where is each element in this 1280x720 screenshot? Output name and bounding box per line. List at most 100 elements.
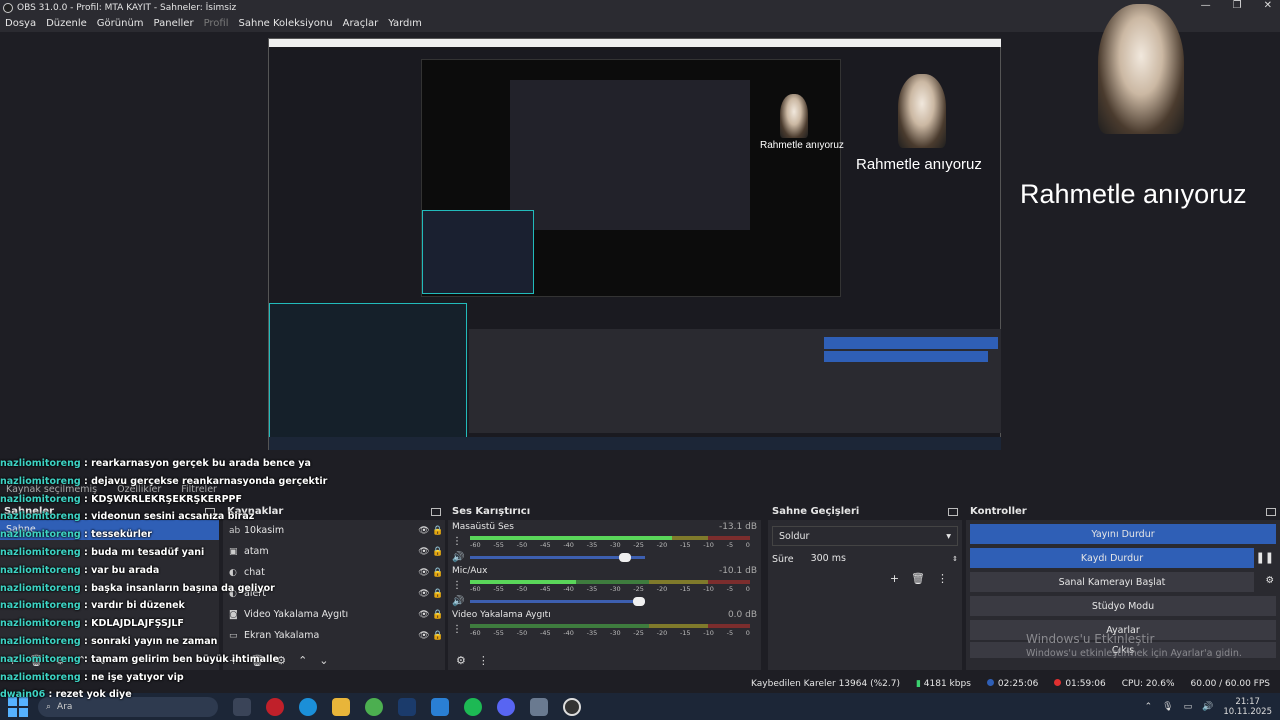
chrome-icon[interactable]: [365, 697, 383, 716]
meter-tick-label: -50: [516, 541, 528, 549]
volume-slider[interactable]: [470, 596, 645, 606]
minimize-button[interactable]: —: [1201, 0, 1211, 11]
advanced-audio-icon[interactable]: ⚙: [456, 654, 466, 667]
channel-menu-icon[interactable]: ⋮: [452, 624, 462, 635]
mixer-channel-header: Video Yakalama Aygıtı 0.0 dB: [452, 610, 757, 622]
source-row[interactable]: ◙ Video Yakalama Aygıtı 👁 🔒: [223, 604, 445, 625]
source-name: chat: [244, 567, 265, 578]
chat-username: nazliomitoreng: [0, 493, 81, 505]
meter-tick-label: -60: [470, 585, 481, 593]
speaker-icon[interactable]: 🔊: [452, 552, 470, 563]
activation-watermark: Windows'u Etkinleştir: [1026, 632, 1155, 646]
portrait-image-large: [1098, 4, 1184, 134]
source-row[interactable]: ◐ chat 👁 🔒: [223, 562, 445, 583]
preview-area[interactable]: Rahmetle anıyoruz Rahmetle anıyoruz Rahm…: [0, 4, 1280, 456]
channel-menu-icon[interactable]: ⋮: [452, 580, 462, 591]
visibility-eye-icon[interactable]: 👁: [417, 631, 431, 641]
meter-tick-label: -45: [539, 629, 551, 637]
bitrate-indicator: ▮ 4181 kbps: [916, 679, 971, 689]
clock-time: 21:17: [1235, 696, 1260, 707]
menu-paneller[interactable]: Paneller: [149, 18, 199, 29]
taskbar-clock[interactable]: 21:17 10.11.2025: [1223, 697, 1272, 717]
gear-icon[interactable]: ⚙: [1265, 575, 1274, 586]
move-up-icon[interactable]: ⌃: [298, 654, 307, 667]
maximize-button[interactable]: ❐: [1233, 0, 1242, 11]
menu-dosya[interactable]: Dosya: [0, 18, 41, 29]
lock-icon[interactable]: 🔒: [431, 589, 445, 599]
chat-text: : rezet yok diye: [45, 689, 132, 701]
volume-icon[interactable]: 🔊: [1202, 702, 1213, 712]
volume-slider-knob[interactable]: [619, 552, 631, 562]
source-name: 10kasim: [244, 525, 285, 536]
meter-tick-label: -60: [470, 629, 481, 637]
menu-araclar[interactable]: Araçlar: [338, 18, 384, 29]
volume-slider[interactable]: [470, 552, 645, 562]
move-down-icon[interactable]: ⌄: [319, 654, 328, 667]
transitions-dock: Sahne Geçişleri Soldur ▾ Süre 300 ms ⇕ +…: [768, 503, 962, 670]
lock-icon[interactable]: 🔒: [431, 547, 445, 557]
undock-icon[interactable]: [948, 507, 958, 516]
chat-message: nazliomitoreng : tamam gelirim ben büyük…: [0, 651, 279, 669]
menu-yardim[interactable]: Yardım: [383, 18, 427, 29]
lock-icon[interactable]: 🔒: [431, 631, 445, 641]
studio-mode-button[interactable]: Stüdyo Modu: [970, 596, 1276, 616]
close-button[interactable]: ✕: [1264, 0, 1272, 11]
record-time: 01:59:06: [1054, 679, 1106, 689]
meter-tick-label: -55: [493, 541, 504, 549]
menu-gorunum[interactable]: Görünüm: [92, 18, 149, 29]
meter-tick-label: -5: [726, 585, 734, 593]
visibility-eye-icon[interactable]: 👁: [417, 589, 431, 599]
system-tray: ⌃ 🎙 ▭ 🔊 21:17 10.11.2025: [1145, 697, 1272, 717]
visibility-eye-icon[interactable]: 👁: [417, 610, 431, 620]
visibility-eye-icon[interactable]: 👁: [417, 526, 431, 536]
transition-menu-icon[interactable]: ⋮: [937, 572, 948, 585]
mixer-title: Ses Karıştırıcı: [452, 506, 531, 517]
file-explorer-icon[interactable]: [332, 697, 350, 716]
mixer-channel-db: -13.1 dB: [718, 522, 757, 532]
app-icon[interactable]: [530, 697, 548, 716]
mixer-menu-icon[interactable]: ⋮: [478, 654, 489, 667]
visibility-eye-icon[interactable]: 👁: [417, 547, 431, 557]
channel-menu-icon[interactable]: ⋮: [452, 536, 462, 547]
discord-icon[interactable]: [497, 697, 515, 716]
preview-canvas[interactable]: [268, 38, 1001, 450]
duration-stepper-icon[interactable]: ⇕: [952, 555, 958, 563]
lock-icon[interactable]: 🔒: [431, 610, 445, 620]
menu-sahne-koleksiyonu[interactable]: Sahne Koleksiyonu: [234, 18, 338, 29]
edge-icon[interactable]: [299, 697, 317, 716]
chat-text: : tamam gelirim ben büyük ihtimalle: [80, 653, 279, 665]
transition-select[interactable]: Soldur ▾: [772, 526, 958, 546]
mixer-channel-name: Mic/Aux: [452, 566, 488, 576]
source-row[interactable]: ▭ Ekran Yakalama 👁 🔒: [223, 625, 445, 646]
add-transition-icon[interactable]: +: [890, 572, 899, 585]
menu-profil[interactable]: Profil: [199, 18, 234, 29]
duration-input[interactable]: 300 ms: [803, 550, 943, 568]
start-virtual-camera-button[interactable]: Sanal Kamerayı Başlat ⚙: [970, 572, 1274, 592]
undock-icon[interactable]: [431, 507, 441, 516]
microphone-icon[interactable]: 🎙: [1162, 702, 1173, 712]
speaker-icon[interactable]: 🔊: [452, 596, 470, 607]
network-icon[interactable]: ▭: [1184, 702, 1193, 712]
chat-message: nazliomitoreng : KDŞWKRLEKRŞEKRŞKERPPF: [0, 491, 242, 509]
opera-icon[interactable]: [266, 697, 284, 716]
meter-tick-label: -15: [679, 629, 691, 637]
lock-icon[interactable]: 🔒: [431, 526, 445, 536]
volume-slider-knob[interactable]: [633, 596, 645, 606]
lock-icon[interactable]: 🔒: [431, 568, 445, 578]
stop-recording-button[interactable]: Kaydı Durdur ❚❚: [970, 548, 1274, 568]
spotify-icon[interactable]: [464, 697, 482, 716]
obs-taskbar-icon[interactable]: [563, 697, 581, 716]
chat-text: : KDLAJDLAJFŞSJLF: [80, 618, 184, 630]
vscode-icon[interactable]: [431, 697, 449, 716]
chat-message: nazliomitoreng : tessekürler: [0, 526, 240, 544]
remove-transition-icon[interactable]: 🗑: [911, 572, 925, 585]
visibility-eye-icon[interactable]: 👁: [417, 568, 431, 578]
source-row[interactable]: ▣ atam 👁 🔒: [223, 541, 445, 562]
stop-streaming-button[interactable]: Yayını Durdur: [970, 524, 1276, 544]
pause-icon[interactable]: ❚❚: [1256, 551, 1274, 564]
chevron-up-icon[interactable]: ⌃: [1145, 702, 1153, 712]
steam-icon[interactable]: [398, 697, 416, 716]
menu-duzenle[interactable]: Düzenle: [41, 18, 92, 29]
source-row[interactable]: ab 10kasim 👁 🔒: [223, 520, 445, 541]
undock-icon[interactable]: [1266, 507, 1276, 516]
